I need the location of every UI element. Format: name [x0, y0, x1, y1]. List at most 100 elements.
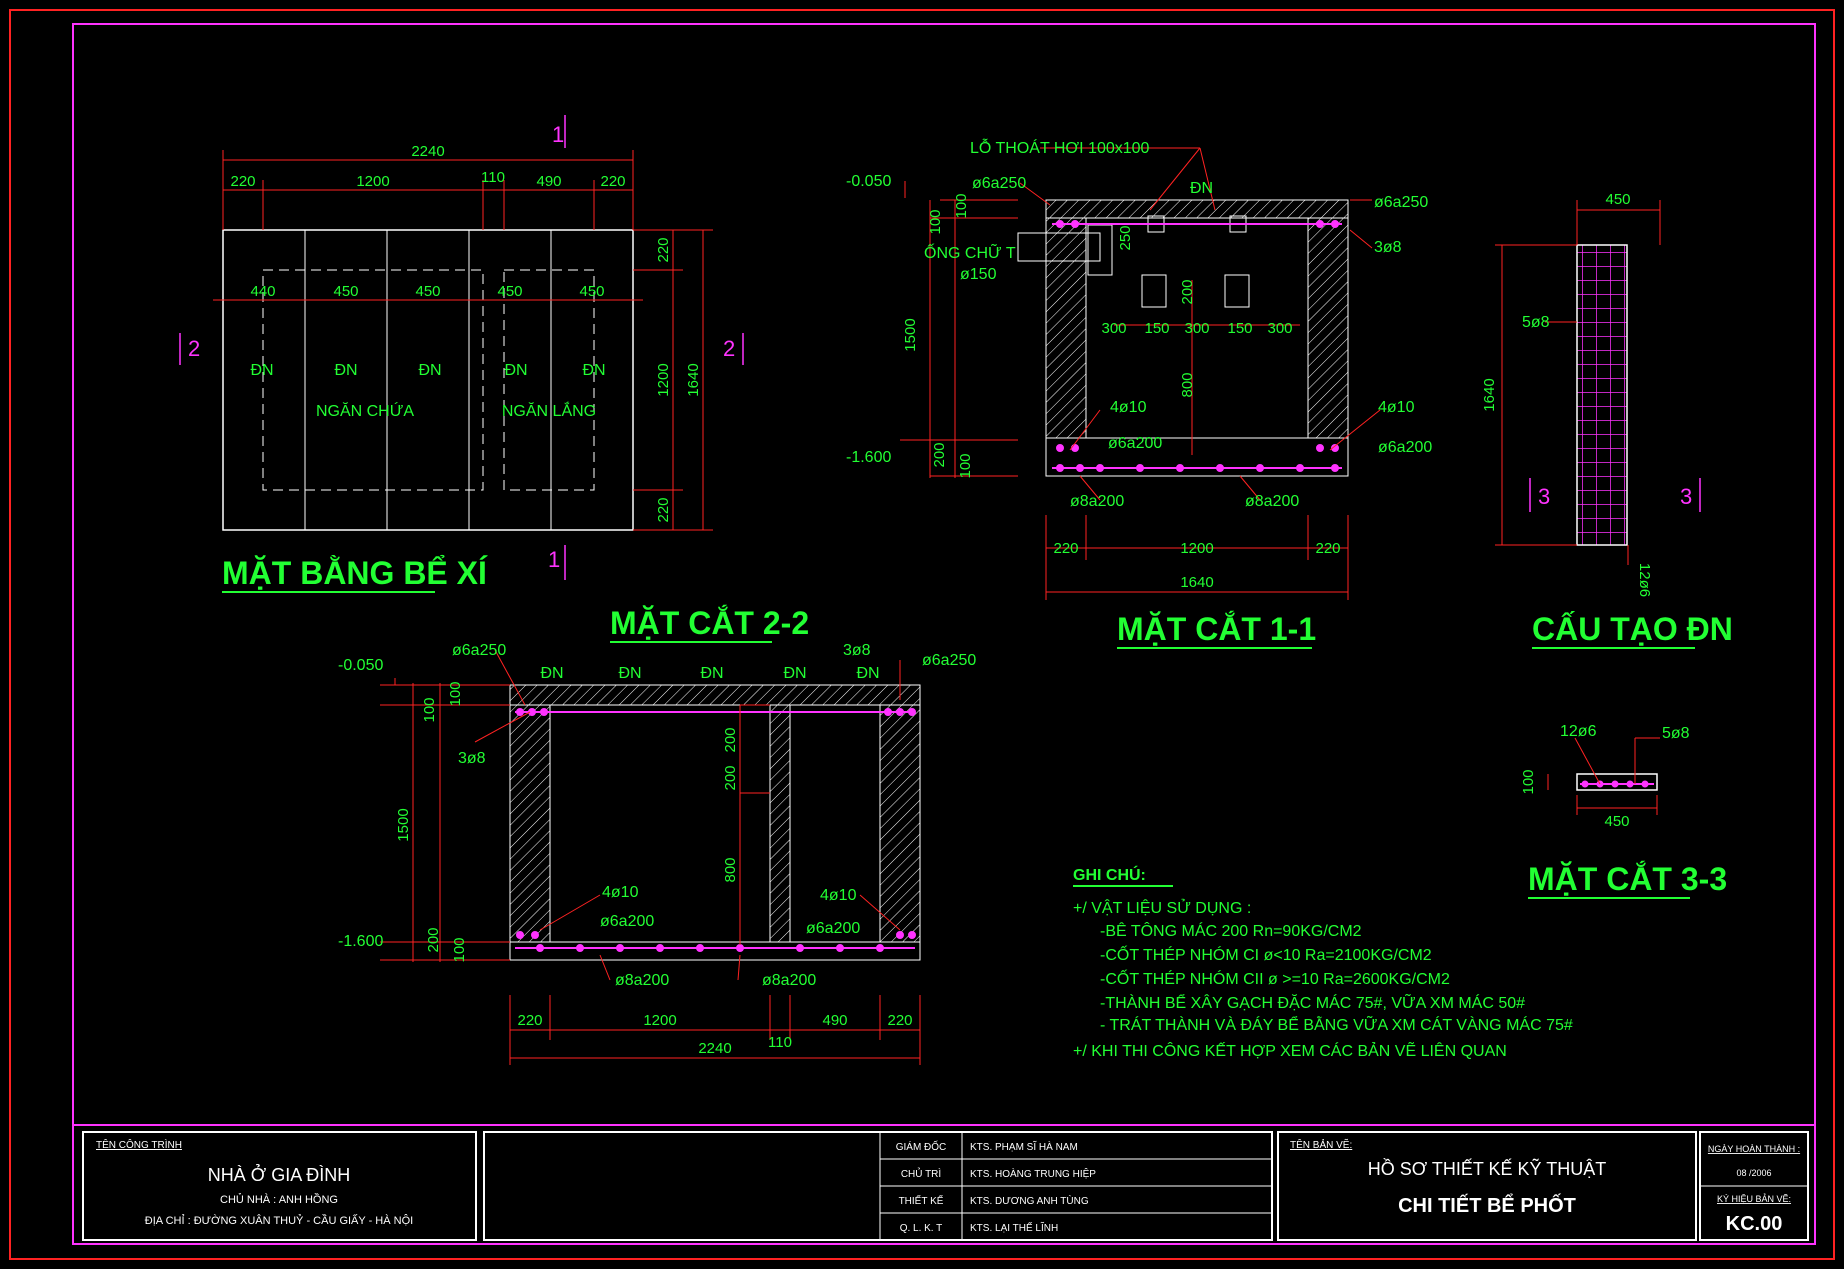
s22-dn: ĐN — [700, 665, 723, 682]
s11-rebar-base-left: ø8a200 — [1070, 493, 1124, 510]
dn-rebar-long: 12ø6 — [1636, 563, 1653, 597]
s11-left-dim: 100 — [927, 209, 944, 234]
plan-dim-right: 1200 — [655, 363, 672, 396]
s33-rebar-left: 12ø6 — [1560, 723, 1597, 740]
s22-rebar-3-left: 3ø8 — [458, 750, 486, 767]
s11-title: MẶT CẮT 1-1 — [1117, 611, 1316, 647]
s22-mid-dim: 200 — [722, 765, 739, 790]
s22-left-dim: 1500 — [395, 808, 412, 841]
section-mark: 2 — [723, 336, 735, 361]
s11-dim-250: 250 — [1117, 225, 1134, 250]
s22-rebar-top-right: ø6a250 — [922, 652, 976, 669]
plan-dim-top: 220 — [230, 173, 255, 190]
s11-rebar-4-left: 4ø10 — [1110, 399, 1147, 416]
s11-dim-bottom: 220 — [1053, 540, 1078, 557]
role-label: GIÁM ĐỐC — [896, 1139, 947, 1153]
s33-width: 450 — [1604, 813, 1629, 830]
plan-dim-top: 110 — [481, 169, 505, 186]
s22-dn: ĐN — [540, 665, 563, 682]
s11-left-dim: 1500 — [902, 318, 919, 351]
chamber-settle-label: NGĂN LẮNG — [502, 401, 596, 420]
section-3-3: 12ø6 5ø8 100 450 MẶT CẮT 3-3 — [1520, 723, 1727, 899]
date-value: 08 /2006 — [1736, 1168, 1771, 1178]
s11-elev-top: -0.050 — [846, 173, 891, 190]
s22-left-dim: 200 — [425, 927, 442, 952]
s11-rebar-bot-left: ø6a200 — [1108, 435, 1162, 452]
plan-dn: ĐN — [250, 362, 273, 379]
s22-mid-dim: 200 — [722, 727, 739, 752]
s11-dn-label: ĐN — [1190, 180, 1213, 197]
s11-dim-opening: 150 — [1144, 320, 1169, 337]
s33-height: 100 — [1520, 769, 1537, 794]
note-line: -CỐT THÉP NHÓM CI ø<10 Ra=2100KG/CM2 — [1100, 944, 1432, 964]
s22-dim-total: 2240 — [698, 1040, 731, 1057]
s22-elev-top: -0.050 — [338, 657, 383, 674]
project-address: ĐỊA CHỈ : ĐƯỜNG XUÂN THUỶ - CẦU GIẤY - H… — [145, 1214, 413, 1227]
role-label: Q. L. K. T — [900, 1223, 943, 1234]
note-line: -BÊ TÔNG MÁC 200 Rn=90KG/CM2 — [1100, 921, 1362, 940]
dn-height: 1640 — [1481, 378, 1498, 411]
plan-dn: ĐN — [582, 362, 605, 379]
plan-dim-inner: 450 — [497, 283, 522, 300]
s22-rebar-4-right: 4ø10 — [820, 887, 857, 904]
s22-elev-bottom: -1.600 — [338, 933, 383, 950]
s22-rebar-top-left: ø6a250 — [452, 642, 506, 659]
project-owner: CHỦ NHÀ : ANH HỒNG — [220, 1193, 338, 1206]
plan-dim-total: 2240 — [411, 143, 444, 160]
project-label: TÊN CÔNG TRÌNH — [96, 1138, 182, 1151]
s22-mid-dim: 800 — [722, 857, 739, 882]
role-name: KTS. HOÀNG TRUNG HIỆP — [970, 1167, 1096, 1180]
s22-dim-bottom: 490 — [822, 1012, 847, 1029]
s22-left-dim: 100 — [421, 697, 438, 722]
role-label: THIẾT KẾ — [899, 1194, 944, 1207]
plan-dim-inner: 450 — [579, 283, 604, 300]
section-mark: 3 — [1538, 484, 1550, 509]
plan-dim-inner: 450 — [333, 283, 358, 300]
s22-left-dim: 100 — [451, 937, 468, 962]
s11-dim-opening: 300 — [1184, 320, 1209, 337]
s11-rebar-3: 3ø8 — [1374, 239, 1402, 256]
s11-elev-bottom: -1.600 — [846, 449, 891, 466]
plan-dim-inner: 440 — [250, 283, 275, 300]
note-line: - TRÁT THÀNH VÀ ĐÁY BỂ BẰNG VỮA XM CÁT V… — [1100, 1014, 1573, 1034]
dn-width: 450 — [1605, 191, 1630, 208]
role-name: KTS. PHẠM SĨ HÀ NAM — [970, 1140, 1078, 1153]
s22-rebar-3-right: 3ø8 — [843, 642, 871, 659]
note-line: -THÀNH BỂ XÂY GẠCH ĐẶC MÁC 75#, VỮA XM M… — [1100, 992, 1525, 1012]
plan-dn: ĐN — [334, 362, 357, 379]
code-value: KC.00 — [1726, 1213, 1783, 1235]
plan-title: MẶT BẰNG BỂ XÍ — [222, 555, 488, 591]
dn-title: CẤU TẠO ĐN — [1532, 611, 1733, 647]
plan-dim-top: 220 — [600, 173, 625, 190]
plan-dim-right: 220 — [655, 237, 672, 262]
s11-left-dim: 100 — [953, 193, 970, 218]
s11-dim-opening: 300 — [1101, 320, 1126, 337]
s22-dim-bottom: 220 — [887, 1012, 912, 1029]
drawing-label: TÊN BẢN VẼ: — [1290, 1138, 1352, 1151]
date-label: NGÀY HOÀN THÀNH : — [1708, 1144, 1800, 1154]
section-mark: 3 — [1680, 484, 1692, 509]
s11-rebar-top-right: ø6a250 — [1374, 194, 1428, 211]
plan-view: 2240 220 1200 110 490 220 440 450 450 45… — [179, 115, 744, 593]
drawing-line2: CHI TIẾT BỂ PHỐT — [1398, 1193, 1576, 1217]
s22-rebar-base-right: ø8a200 — [762, 972, 816, 989]
s22-dn: ĐN — [856, 665, 879, 682]
s22-dn: ĐN — [618, 665, 641, 682]
s22-dim-110: 110 — [768, 1034, 792, 1051]
plan-dim-right-total: 1640 — [685, 363, 702, 396]
s22-left-dim: 100 — [447, 681, 464, 706]
role-name: KTS. DƯƠNG ANH TÙNG — [970, 1194, 1089, 1207]
role-label: CHỦ TRÌ — [901, 1167, 942, 1180]
s22-dn: ĐN — [783, 665, 806, 682]
project-name: NHÀ Ở GIA ĐÌNH — [208, 1164, 350, 1185]
s11-dim-opening: 300 — [1267, 320, 1292, 337]
section-mark: 1 — [552, 122, 564, 147]
section-1-1: LỖ THOÁT HƠI 100x100 ĐN -0.050 -1.600 ø6… — [846, 138, 1432, 649]
s11-dim-bottom: 1200 — [1180, 540, 1213, 557]
vent-label: LỖ THOÁT HƠI 100x100 — [970, 138, 1150, 157]
note-line: +/ KHI THI CÔNG KẾT HỢP XEM CÁC BẢN VẼ L… — [1073, 1040, 1507, 1060]
s11-rebar-base-right: ø8a200 — [1245, 493, 1299, 510]
title-block: TÊN CÔNG TRÌNH NHÀ Ở GIA ĐÌNH CHỦ NHÀ : … — [73, 1124, 1815, 1241]
dn-rebar-side: 5ø8 — [1522, 314, 1550, 331]
s11-left-dim: 100 — [957, 453, 974, 478]
